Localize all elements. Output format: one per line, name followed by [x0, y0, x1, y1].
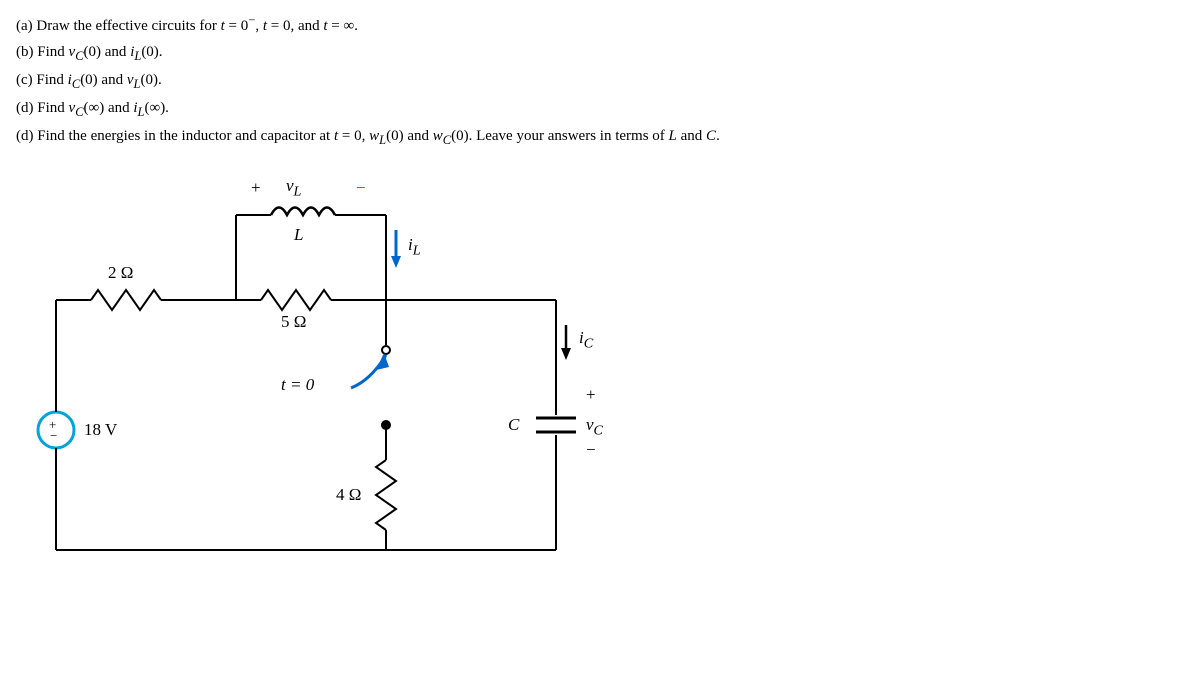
- inductor-icon: [271, 208, 335, 216]
- problem-b: (b) Find vC(0) and iL(0).: [16, 40, 1184, 66]
- problem-label-c: (c): [16, 72, 33, 88]
- r1-label: 2 Ω: [108, 263, 133, 283]
- vl-plus: +: [251, 178, 261, 198]
- source-minus: −: [50, 428, 57, 444]
- problem-text-b: Find vC(0) and iL(0).: [37, 44, 162, 60]
- problem-e: (d) Find the energies in the inductor an…: [16, 124, 1184, 150]
- problem-label-d: (d): [16, 100, 34, 116]
- vl-label: vL: [286, 176, 301, 200]
- vc-label: vC: [586, 415, 603, 439]
- problem-text-d: Find vC(∞) and iL(∞).: [37, 100, 169, 116]
- r3-label: 4 Ω: [336, 485, 361, 505]
- problem-text-c: Find iC(0) and vL(0).: [36, 72, 161, 88]
- source-voltage-label: 18 V: [84, 420, 117, 440]
- problem-label-e: (d): [16, 128, 34, 144]
- capacitor-label: C: [508, 415, 519, 435]
- vc-minus: −: [586, 440, 596, 460]
- problem-text-a: Draw the effective circuits for t = 0−, …: [36, 18, 358, 34]
- resistor-r2-icon: [261, 290, 331, 310]
- r2-label: 5 Ω: [281, 312, 306, 332]
- problem-c: (c) Find iC(0) and vL(0).: [16, 68, 1184, 94]
- ic-label: iC: [579, 328, 593, 352]
- inductor-label: L: [294, 225, 303, 245]
- problem-a: (a) Draw the effective circuits for t = …: [16, 10, 1184, 38]
- problem-label-b: (b): [16, 44, 34, 60]
- problem-d: (d) Find vC(∞) and iL(∞).: [16, 96, 1184, 122]
- vc-plus: +: [586, 385, 596, 405]
- circuit-svg: [36, 170, 636, 570]
- switch-top-terminal-icon: [382, 346, 390, 354]
- il-label: iL: [408, 235, 421, 259]
- resistor-r3-icon: [376, 460, 396, 530]
- vl-minus: −: [356, 178, 366, 198]
- problem-text-e: Find the energies in the inductor and ca…: [37, 128, 720, 144]
- switch-label: t = 0: [281, 375, 314, 395]
- problem-label-a: (a): [16, 18, 33, 34]
- problem-list: (a) Draw the effective circuits for t = …: [16, 10, 1184, 150]
- circuit-diagram: + − 18 V 2 Ω + vL − L iL 5 Ω t = 0 4 Ω C…: [36, 170, 636, 570]
- resistor-r1-icon: [91, 290, 161, 310]
